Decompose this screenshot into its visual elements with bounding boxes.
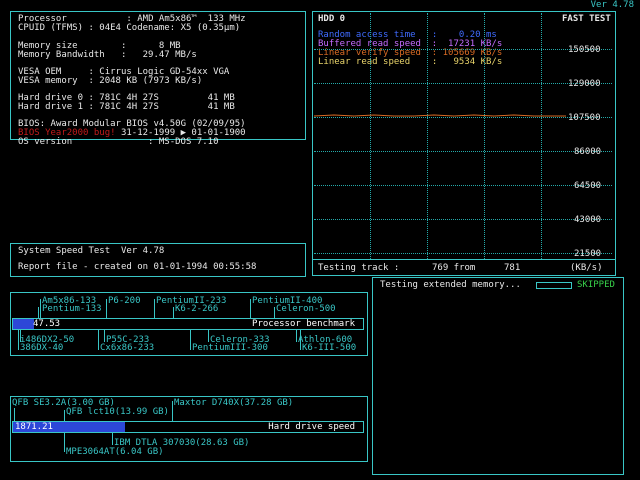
os-version-line: OS version : MS-DOS 7.10 xyxy=(18,137,219,147)
legend-linear-read: Linear read speed : 9534 KB/s xyxy=(318,57,503,67)
hdd-drive-label: HDD 0 xyxy=(318,14,346,24)
y-tick-43000: 43000 xyxy=(574,215,602,225)
testing-track-label: Testing track : xyxy=(318,263,400,273)
testing-track-value: 769 from xyxy=(432,263,476,273)
cpu-label-k6-2-266: K6-2-266 xyxy=(175,304,219,314)
cpu-label-pentium-133: Pentium-133 xyxy=(42,304,102,314)
memory-bandwidth-line: Memory Bandwidth : 29.47 MB/s xyxy=(18,50,197,60)
cpu-label-386dx-40: 386DX-40 xyxy=(20,343,64,353)
memory-test-panel xyxy=(372,277,624,475)
testing-track-total: 781 xyxy=(504,263,521,273)
hdd-benchmark-score: 1871.21 xyxy=(15,422,53,432)
memory-test-label: Testing extended memory... xyxy=(380,280,521,290)
y-tick-129000: 129000 xyxy=(568,79,601,89)
version-label: Ver 4.78 xyxy=(590,0,634,10)
memory-progress-bar xyxy=(536,282,572,289)
cpuid-line: CPUID (TFMS) : 04E4 Codename: X5 (0.35µm… xyxy=(18,23,241,33)
hard-drive-1-line: Hard drive 1 : 781C 4H 27S 41 MB xyxy=(18,102,235,112)
cpu-label-k6-iii-500: K6-III-500 xyxy=(302,343,357,353)
y-tick-150500: 150500 xyxy=(568,45,601,55)
y-tick-107500: 107500 xyxy=(568,113,601,123)
vesa-memory-line: VESA memory : 2048 KB (7973 KB/s) xyxy=(18,76,203,86)
hdd-label-qfb-lct10: QFB lct10(13.99 GB) xyxy=(66,407,169,417)
cpu-label-celeron-500: Celeron-500 xyxy=(276,304,336,314)
hdd-benchmark-label: Hard drive speed xyxy=(268,422,355,432)
speed-test-title: System Speed Test Ver 4.78 xyxy=(18,246,165,256)
cpu-benchmark-score: 47.53 xyxy=(33,319,61,329)
cpu-label-pentiumiii-300: PentiumIII-300 xyxy=(192,343,268,353)
hdd-benchmark-bar: 1871.21 Hard drive speed xyxy=(12,421,364,433)
speed-unit-label: (KB/s) xyxy=(570,263,603,273)
cpu-benchmark-label: Processor benchmark xyxy=(252,319,355,329)
cpu-benchmark-fill xyxy=(13,319,34,329)
linear-verify-curve xyxy=(314,114,566,117)
hdd-label-maxtor-d740x: Maxtor D740X(37.28 GB) xyxy=(174,398,294,408)
y-tick-21500: 21500 xyxy=(574,249,602,259)
fast-test-label: FAST TEST xyxy=(562,14,611,24)
report-file-line: Report file - created on 01-01-1994 00:5… xyxy=(18,262,257,272)
memory-test-status: SKIPPED xyxy=(577,280,615,290)
cpu-label-cx6x86-233: Cx6x86-233 xyxy=(100,343,155,353)
cpu-label-p6-200: P6-200 xyxy=(108,296,141,306)
y-tick-64500: 64500 xyxy=(574,181,602,191)
cpu-benchmark-bar: 47.53 Processor benchmark xyxy=(12,318,364,330)
y-tick-86000: 86000 xyxy=(574,147,602,157)
hdd-label-mpe3064at: MPE3064AT(6.04 GB) xyxy=(66,447,164,457)
